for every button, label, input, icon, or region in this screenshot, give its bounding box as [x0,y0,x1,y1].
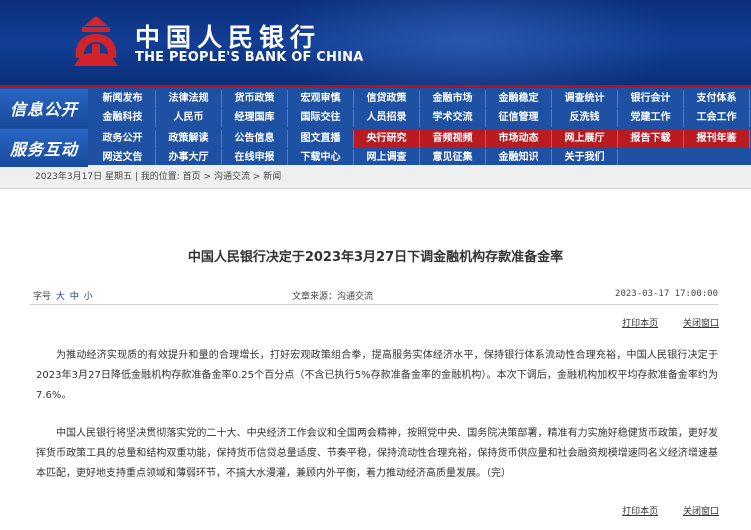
font-large-link[interactable]: 大 [56,292,65,302]
nav-section-info-disclosure[interactable]: 信息公开 [0,89,88,127]
breadcrumb-level2[interactable]: 新闻 [263,172,281,182]
main-navigation: 信息公开 服务互动 新闻发布 法律法规 货币政策 宏观审慎 信贷政策 金融市场 … [0,85,751,167]
nav-item[interactable]: 调查统计 [552,90,618,108]
article-meta: 字号 大 中 小 文章来源：沟通交流 2023-03-17 17:00:00 [30,287,718,305]
nav-row-4: 网送文告 办事大厅 在线申报 下载中心 网上调查 意见征集 金融知识 关于我们 [90,149,751,167]
article-actions-top: 打印本页 关闭窗口 [600,316,719,329]
close-window-link[interactable]: 关闭窗口 [683,319,719,329]
nav-item[interactable]: 下载中心 [288,149,354,167]
print-page-link[interactable]: 打印本页 [622,507,658,517]
breadcrumb-home[interactable]: 首页 [183,172,201,182]
nav-item[interactable]: 图文直播 [288,130,354,148]
site-title-en[interactable]: THE PEOPLE'S BANK OF CHINA [135,50,363,65]
nav-section-service-interaction[interactable]: 服务互动 [0,129,88,167]
nav-item[interactable]: 货币政策 [222,90,288,108]
nav-item[interactable]: 金融知识 [486,149,552,167]
nav-item[interactable]: 国际交往 [288,109,354,127]
current-date: 2023年3月17日 星期五 [35,172,132,182]
nav-item[interactable]: 金融科技 [90,109,156,127]
breadcrumb-separator: > [252,172,261,182]
nav-item[interactable]: 金融稳定 [486,90,552,108]
nav-row-3: 政务公开 政策解读 公告信息 图文直播 央行研究 音频视频 市场动态 网上展厅 … [90,130,751,148]
nav-item[interactable]: 办事大厅 [156,149,222,167]
nav-item[interactable]: 学术交流 [420,109,486,127]
nav-item[interactable]: 新闻发布 [90,90,156,108]
article-datetime: 2023-03-17 17:00:00 [615,289,718,299]
nav-item[interactable]: 支付体系 [684,90,750,108]
nav-item[interactable]: 政策解读 [156,130,222,148]
nav-item[interactable]: 银行会计 [618,90,684,108]
article-paragraph-2: 中国人民银行将坚决贯彻落实党的二十大、中央经济工作会议和全国两会精神，按照党中央… [36,428,718,479]
nav-item[interactable]: 网送文告 [90,149,156,167]
article-source: 文章来源：沟通交流 [292,292,374,302]
nav-item[interactable]: 征信管理 [486,109,552,127]
nav-item[interactable]: 报刊年鉴 [684,130,750,148]
nav-item[interactable]: 在线申报 [222,149,288,167]
nav-row-2: 金融科技 人民币 经理国库 国际交往 人员招录 学术交流 征信管理 反洗钱 党建… [90,109,751,127]
nav-item[interactable]: 政务公开 [90,130,156,148]
nav-row-1: 新闻发布 法律法规 货币政策 宏观审慎 信贷政策 金融市场 金融稳定 调查统计 … [90,90,751,108]
breadcrumb-level1[interactable]: 沟通交流 [214,172,250,182]
nav-item[interactable]: 网上展厅 [552,130,618,148]
pboc-emblem-icon[interactable] [68,14,124,68]
nav-top-strip [0,85,751,88]
nav-item[interactable]: 关于我们 [552,149,618,167]
breadcrumb-prefix: 我的位置: [140,172,180,182]
article-paragraph-1: 为推动经济实现质的有效提升和量的合理增长，打好宏观政策组合拳，提高服务实体经济水… [36,350,718,401]
close-window-link[interactable]: 关闭窗口 [683,507,719,517]
article-actions-bottom: 打印本页 关闭窗口 [600,504,719,517]
font-medium-link[interactable]: 中 [70,292,79,302]
nav-item[interactable]: 网上调查 [354,149,420,167]
nav-item[interactable]: 市场动态 [486,130,552,148]
font-small-link[interactable]: 小 [84,292,93,302]
nav-item[interactable]: 音频视频 [420,130,486,148]
header-glow [260,0,680,85]
font-size-label: 字号 [33,292,52,302]
font-size-control: 字号 大 中 小 [33,289,93,302]
nav-item[interactable]: 人员招录 [354,109,420,127]
nav-item[interactable]: 信贷政策 [354,90,420,108]
nav-item[interactable]: 法律法规 [156,90,222,108]
site-header: 中国人民银行 THE PEOPLE'S BANK OF CHINA [0,0,751,85]
nav-item[interactable]: 金融市场 [420,90,486,108]
breadcrumb: 2023年3月17日 星期五 | 我的位置: 首页 > 沟通交流 > 新闻 [0,165,751,189]
breadcrumb-separator: > [203,172,212,182]
site-title-cn[interactable]: 中国人民银行 [135,18,321,54]
nav-item[interactable]: 央行研究 [354,130,420,148]
nav-item[interactable]: 人民币 [156,109,222,127]
nav-item[interactable]: 党建工作 [618,109,684,127]
article-title: 中国人民银行决定于2023年3月27日下调金融机构存款准备金率 [187,250,564,265]
article-container: 中国人民银行决定于2023年3月27日下调金融机构存款准备金率 字号 大 中 小… [0,189,751,529]
print-page-link[interactable]: 打印本页 [622,319,658,329]
nav-item[interactable]: 报告下载 [618,130,684,148]
nav-item[interactable]: 工会工作 [684,109,750,127]
nav-item[interactable]: 公告信息 [222,130,288,148]
nav-item[interactable]: 意见征集 [420,149,486,167]
nav-item[interactable]: 宏观审慎 [288,90,354,108]
nav-item[interactable]: 经理国库 [222,109,288,127]
nav-item[interactable]: 反洗钱 [552,109,618,127]
